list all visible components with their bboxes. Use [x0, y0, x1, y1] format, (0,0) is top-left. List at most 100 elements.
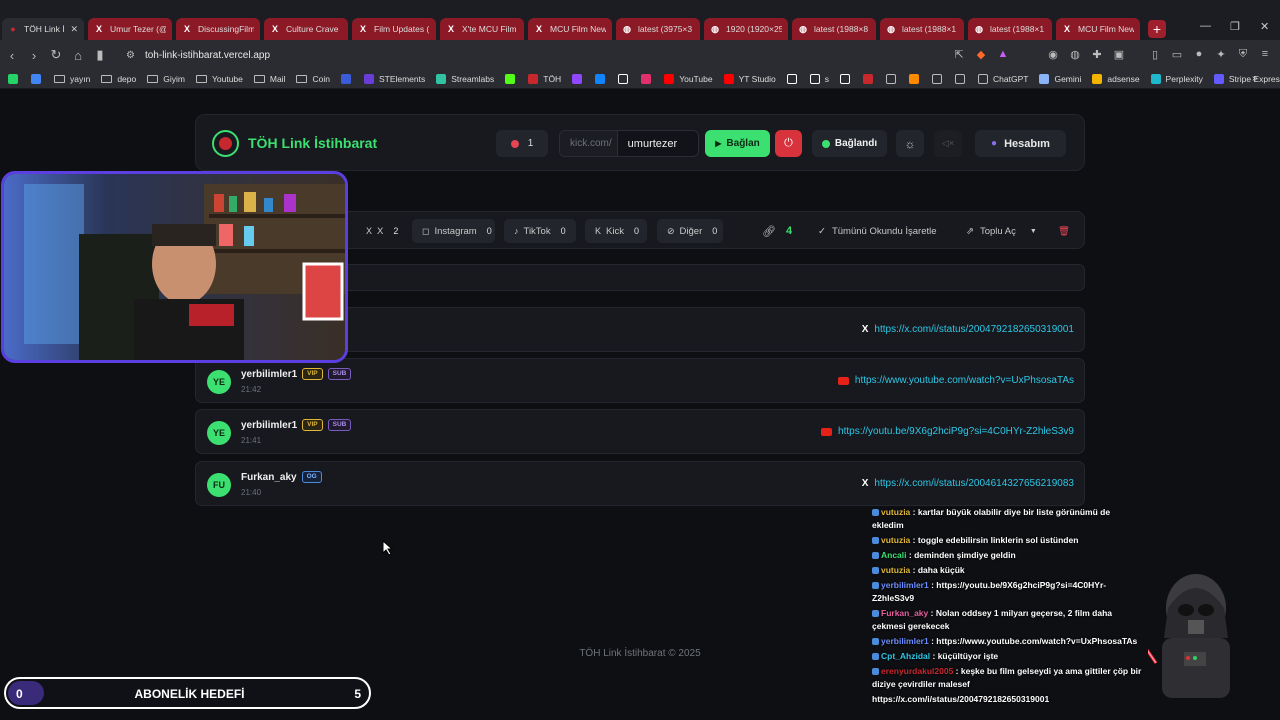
bookmark-29[interactable]: adsense: [1092, 74, 1140, 84]
brave-shield-icon[interactable]: ◆: [974, 48, 988, 61]
bookmark-12[interactable]: TÖH: [528, 74, 561, 84]
ai-icon[interactable]: ✦: [1214, 48, 1228, 61]
bookmark-26[interactable]: [955, 74, 970, 84]
reload-icon[interactable]: ↻: [46, 47, 66, 63]
bookmark-5[interactable]: Youtube: [195, 74, 243, 84]
badge-og: OG: [301, 471, 322, 483]
tab-6[interactable]: X MCU Film New: [528, 18, 612, 40]
tab-0[interactable]: ● TÖH Link İ ✕: [2, 18, 84, 40]
bookmark-14[interactable]: [595, 74, 610, 84]
shield-icon[interactable]: ⛨: [1236, 48, 1250, 61]
filter-kick[interactable]: K Kick 0: [585, 219, 647, 243]
home-icon[interactable]: ⌂: [68, 48, 88, 63]
globe-icon: ◍: [623, 23, 631, 34]
rewards-icon[interactable]: ▲: [996, 48, 1010, 61]
tab-7[interactable]: ◍ latest (3975×3: [616, 18, 700, 40]
bookmark-7[interactable]: Coin: [296, 74, 330, 84]
bookmark-11[interactable]: [505, 74, 520, 84]
bookmark-15[interactable]: [618, 74, 633, 84]
bookmark-17[interactable]: YouTube: [664, 74, 713, 84]
close-window-icon[interactable]: ✕: [1260, 20, 1269, 33]
bookmark-4[interactable]: Giyim: [147, 74, 185, 84]
bookmark-23[interactable]: [886, 74, 901, 84]
mute-button[interactable]: ◁×: [934, 130, 962, 157]
link-url[interactable]: https://youtu.be/9X6g2hciP9g?si=4C0HYr-Z…: [821, 426, 1074, 437]
disconnect-button[interactable]: ⏻: [775, 130, 802, 157]
bookmark-9[interactable]: STElements: [363, 74, 425, 84]
tab-3[interactable]: X Culture Crave: [264, 18, 348, 40]
link-total-count: 4: [785, 225, 793, 237]
media-icon[interactable]: ▣: [1112, 48, 1126, 61]
maximize-icon[interactable]: ❐: [1230, 20, 1240, 33]
bookmark-2[interactable]: yayın: [54, 74, 90, 84]
link-url-text: https://youtu.be/9X6g2hciP9g?si=4C0HYr-Z…: [838, 426, 1074, 437]
bookmark-8[interactable]: [340, 74, 356, 84]
bookmark-18[interactable]: YT Studio: [723, 74, 776, 84]
vpn-icon[interactable]: ◉: [1046, 48, 1060, 61]
bookmark-icon[interactable]: ▮: [90, 47, 110, 63]
bookmark-16[interactable]: [641, 74, 656, 84]
bookmark-30[interactable]: Perplexity: [1150, 74, 1203, 84]
site-info-icon[interactable]: ⚙: [126, 50, 135, 61]
bulk-open-button[interactable]: ⇗ Toplu Aç ▼: [966, 219, 1037, 243]
globe-icon: ◍: [799, 23, 807, 34]
wallet-icon[interactable]: ▭: [1170, 48, 1184, 61]
menu-icon[interactable]: ≡: [1258, 48, 1272, 61]
account-button[interactable]: ● Hesabım: [975, 130, 1066, 157]
more-bookmarks-icon[interactable]: »: [1252, 73, 1258, 84]
bookmark-3[interactable]: depo: [101, 74, 136, 84]
bookmark-0[interactable]: [8, 74, 23, 84]
tab-12[interactable]: X MCU Film New: [1056, 18, 1140, 40]
tab-11[interactable]: ◍ latest (1988×1: [968, 18, 1052, 40]
bookmark-19[interactable]: [786, 74, 802, 84]
delete-all-button[interactable]: 🗑︎: [1058, 219, 1070, 243]
filter-diğer[interactable]: ⊘ Diğer 0: [657, 219, 723, 243]
bookmark-21[interactable]: [840, 74, 855, 84]
bookmark-28[interactable]: Gemini: [1039, 74, 1081, 84]
channel-input-group[interactable]: kick.com/ umurtezer: [559, 130, 699, 157]
filter-tiktok[interactable]: ♪ TikTok 0: [504, 219, 576, 243]
bookmark-6[interactable]: Mail: [253, 74, 285, 84]
puzzle-icon[interactable]: ✚: [1090, 48, 1104, 61]
link-url[interactable]: https://www.youtube.com/watch?v=UxPhsosa…: [837, 375, 1074, 386]
bookmark-25[interactable]: [932, 74, 947, 84]
minimize-icon[interactable]: —: [1200, 20, 1211, 32]
connect-button[interactable]: ▶ Bağlan: [705, 130, 770, 157]
mute-icon: ◁×: [941, 138, 955, 148]
sidebar-icon[interactable]: ▯: [1148, 48, 1162, 61]
extension-icon[interactable]: ◍: [1068, 48, 1082, 61]
theme-toggle-button[interactable]: ☼: [896, 130, 924, 157]
tab-1[interactable]: X Umur Tezer (@: [88, 18, 172, 40]
tab-4[interactable]: X Film Updates (: [352, 18, 436, 40]
bookmark-24[interactable]: [909, 74, 924, 84]
goal-label: ABONELİK HEDEFİ: [134, 687, 245, 701]
bookmark-13[interactable]: [572, 74, 587, 84]
mark-all-read-button[interactable]: ✓ Tümünü Okundu İşaretle: [818, 219, 937, 243]
profile-icon[interactable]: ●: [1192, 48, 1206, 61]
filter-x[interactable]: XX2: [356, 219, 401, 243]
tab-5[interactable]: X X'te MCU Film: [440, 18, 524, 40]
bookmark-10[interactable]: Streamlabs: [436, 74, 494, 84]
tab-8[interactable]: ◍ 1920 (1920×25: [704, 18, 788, 40]
twitch-icon: [572, 74, 583, 84]
link-url[interactable]: Xhttps://x.com/i/status/2004792182650319…: [862, 324, 1074, 335]
forward-icon[interactable]: ›: [24, 48, 44, 63]
back-icon[interactable]: ‹: [2, 48, 22, 63]
bookmark-1[interactable]: [31, 74, 46, 84]
bookmark-20[interactable]: s: [809, 74, 829, 84]
link-url[interactable]: Xhttps://x.com/i/status/2004614327656219…: [862, 478, 1074, 489]
link-row: FU Furkan_aky OG 21:40 Xhttps://x.com/i/stat…: [195, 461, 1085, 506]
tab-9[interactable]: ◍ latest (1988×8: [792, 18, 876, 40]
bookmark-27[interactable]: ChatGPT: [978, 74, 1028, 84]
tab-2[interactable]: X DiscussingFilm: [176, 18, 260, 40]
bookmark-31[interactable]: Stripe Express: [1213, 74, 1280, 84]
notification-button[interactable]: 1: [496, 130, 548, 157]
url-field[interactable]: ⚙ toh-link-istihbarat.vercel.app: [126, 50, 270, 61]
filter-instagram[interactable]: ◻ Instagram 0: [412, 219, 495, 243]
channel-input[interactable]: umurtezer: [618, 138, 678, 150]
new-tab-button[interactable]: +: [1148, 20, 1166, 38]
close-tab-icon[interactable]: ✕: [70, 24, 78, 35]
tab-10[interactable]: ◍ latest (1988×1: [880, 18, 964, 40]
bookmark-22[interactable]: [863, 74, 878, 84]
share-icon[interactable]: ⇱: [952, 48, 966, 61]
